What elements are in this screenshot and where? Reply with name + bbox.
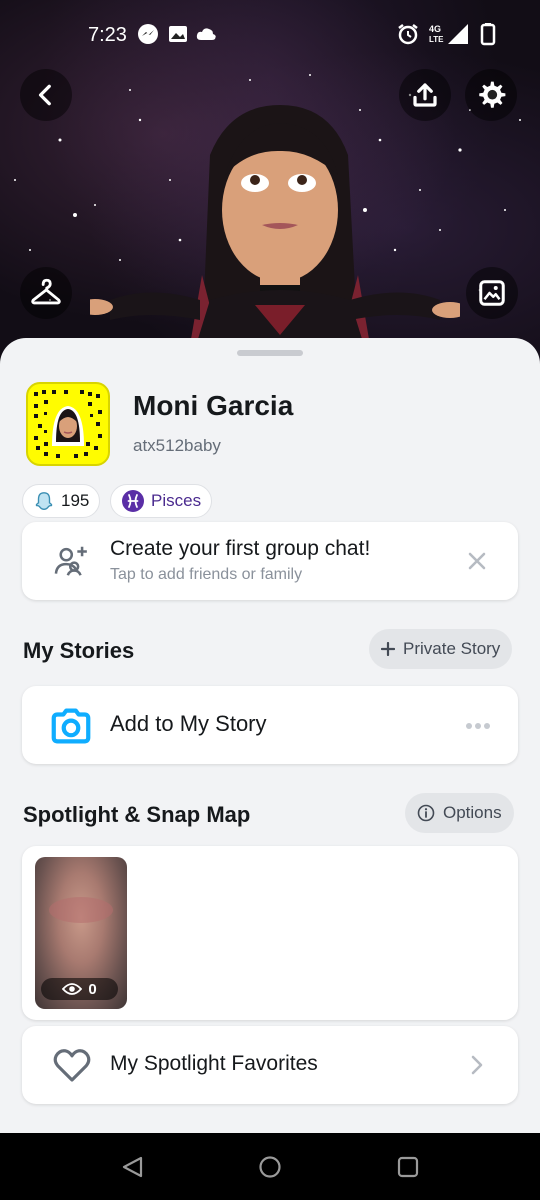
network-type-icon: 4G LTE (429, 24, 444, 44)
spotlight-options-button[interactable]: Options (405, 793, 514, 833)
group-chat-subtitle: Tap to add friends or family (110, 566, 303, 583)
info-icon (417, 804, 435, 822)
profile-sheet: Moni Garcia atx512baby 195 Pisces Create… (0, 338, 540, 1133)
plus-icon (381, 642, 395, 656)
upload-icon (413, 83, 437, 107)
svg-text:LTE: LTE (429, 35, 444, 44)
outfit-button[interactable] (20, 267, 72, 319)
spotlight-thumbnail[interactable]: 0 (35, 857, 127, 1009)
create-group-chat-card[interactable]: Create your first group chat! Tap to add… (22, 522, 518, 600)
eye-icon (62, 983, 83, 995)
snapcode[interactable] (26, 382, 110, 466)
signal-icon (448, 24, 468, 44)
zodiac-label: Pisces (151, 491, 202, 510)
username[interactable]: atx512baby (133, 436, 221, 456)
cloud-icon (196, 28, 216, 40)
chevron-left-icon (38, 84, 51, 106)
view-count-badge: 0 (41, 978, 118, 1000)
system-nav-bar (0, 1133, 540, 1200)
snapcode-pattern (34, 390, 102, 458)
gear-icon (479, 81, 506, 108)
options-label: Options (443, 803, 502, 822)
add-group-icon (54, 546, 87, 576)
camera-icon (51, 708, 91, 744)
snap-score-value: 195 (61, 491, 90, 510)
heart-icon (53, 1049, 91, 1082)
nav-recents-icon[interactable] (397, 1156, 419, 1178)
view-count: 0 (88, 980, 97, 998)
spotlight-favorites-card[interactable]: My Spotlight Favorites (22, 1026, 518, 1104)
profile-header-background: 7:23 4G LTE (0, 0, 540, 380)
zodiac-pill[interactable]: Pisces (110, 484, 213, 518)
spotlight-favorites-label: My Spotlight Favorites (110, 1052, 318, 1075)
ghost-icon (35, 492, 53, 510)
share-profile-button[interactable] (399, 69, 451, 121)
more-options-icon[interactable] (465, 722, 491, 730)
battery-icon (480, 23, 496, 46)
private-story-label: Private Story (403, 639, 501, 658)
my-stories-title: My Stories (23, 638, 135, 663)
svg-text:4G: 4G (429, 24, 441, 34)
settings-button[interactable] (465, 69, 517, 121)
gallery-icon (169, 26, 187, 42)
change-background-button[interactable] (466, 267, 518, 319)
spotlight-card: 0 (22, 846, 518, 1020)
hanger-icon (31, 278, 61, 305)
status-bar: 7:23 4G LTE (0, 0, 540, 72)
status-time: 7:23 (88, 24, 127, 46)
chevron-right-icon (471, 1055, 483, 1075)
image-edit-icon (479, 280, 505, 306)
nav-home-icon[interactable] (258, 1155, 282, 1179)
private-story-button[interactable]: Private Story (369, 629, 513, 669)
thumbnail-blur-detail (49, 897, 113, 923)
display-name: Moni Garcia (133, 390, 294, 421)
add-to-my-story-label: Add to My Story (110, 711, 267, 736)
snap-score-pill[interactable]: 195 (22, 484, 101, 518)
close-icon[interactable] (468, 552, 486, 570)
nav-back-icon[interactable] (121, 1156, 145, 1178)
drag-handle[interactable] (237, 350, 303, 356)
messenger-icon (138, 24, 158, 44)
add-to-my-story-card[interactable]: Add to My Story (22, 686, 518, 764)
group-chat-title: Create your first group chat! (110, 537, 371, 560)
back-button[interactable] (20, 69, 72, 121)
pisces-icon (122, 490, 144, 512)
bitmoji-avatar (90, 105, 460, 365)
spotlight-section-title: Spotlight & Snap Map (23, 802, 251, 827)
alarm-icon (398, 24, 418, 45)
